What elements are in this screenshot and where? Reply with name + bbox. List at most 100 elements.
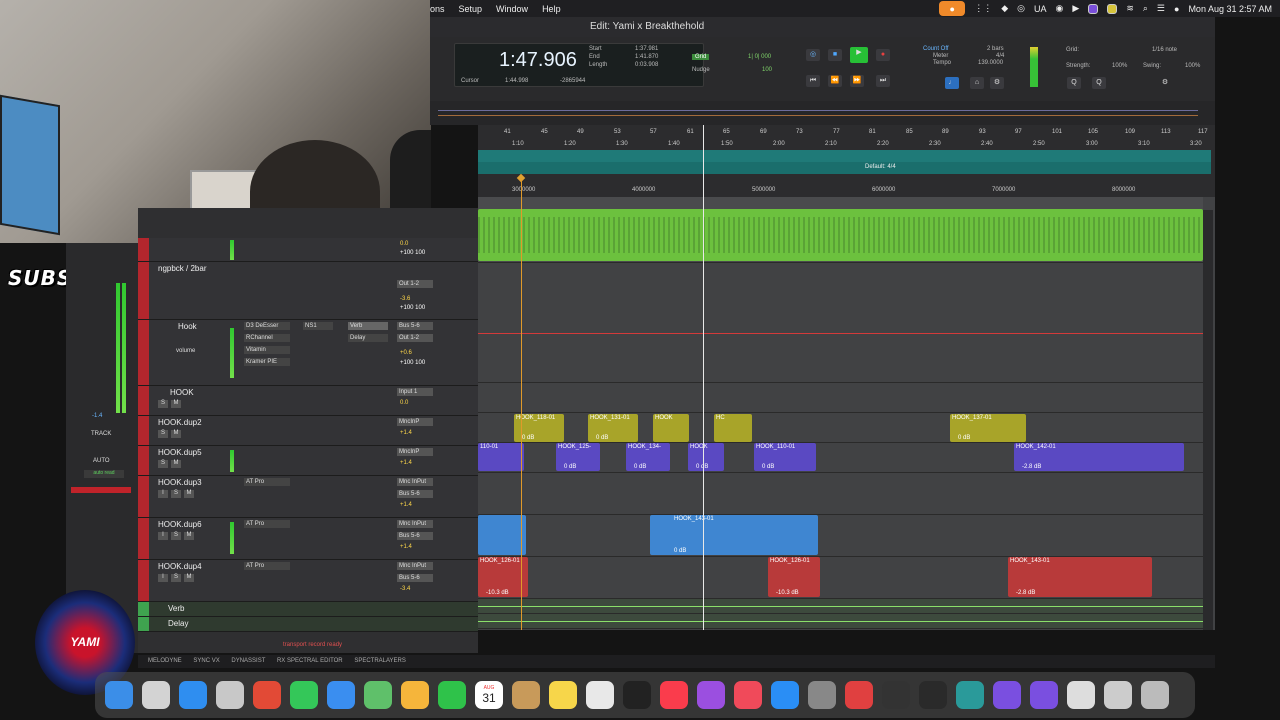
plugin-icon[interactable] bbox=[919, 681, 947, 709]
track-output[interactable]: Out 1-2 bbox=[397, 280, 433, 288]
volume-automation-line[interactable] bbox=[478, 333, 1203, 334]
insert-slot[interactable]: NS1 bbox=[303, 322, 333, 330]
grid-icon[interactable]: ⋮⋮ bbox=[974, 3, 992, 14]
lane-hook-dup6[interactable]: HOOK_143-01 0 dB bbox=[478, 515, 1203, 557]
siri-icon[interactable]: ● bbox=[1174, 4, 1179, 14]
input-source[interactable]: UA bbox=[1034, 4, 1047, 14]
clip-yellow[interactable]: HOOK_137-01 0 dB bbox=[950, 414, 1026, 442]
track-name[interactable]: ngpbck / 2bar bbox=[158, 264, 206, 273]
insert-slot[interactable]: RChannel bbox=[244, 334, 290, 342]
mail-icon[interactable] bbox=[327, 681, 355, 709]
track-name[interactable]: Hook bbox=[178, 322, 197, 331]
play-icon[interactable]: ▶ bbox=[1072, 3, 1079, 14]
auto-read-select[interactable]: auto read bbox=[84, 470, 124, 478]
length-value[interactable]: 0:03.908 bbox=[635, 62, 658, 68]
input-monitor-button[interactable]: I bbox=[158, 490, 168, 498]
control-center-icon[interactable]: ☰ bbox=[1157, 3, 1165, 14]
chrome-icon[interactable] bbox=[253, 681, 281, 709]
track-name[interactable]: Verb bbox=[168, 604, 184, 613]
track-pan[interactable]: +100 100 bbox=[400, 360, 425, 366]
quantize-button[interactable]: Q bbox=[1067, 77, 1081, 89]
clip-blue[interactable] bbox=[478, 515, 526, 555]
track-input[interactable]: Mnc InPut bbox=[397, 478, 433, 486]
plugin-spectralayers[interactable]: SPECTRALAYERS bbox=[354, 658, 406, 664]
clip-yellow[interactable]: HOOK_131-01 0 dB bbox=[588, 414, 638, 442]
clock-label[interactable]: Mon Aug 31 2:57 AM bbox=[1188, 4, 1272, 14]
online-button[interactable]: ◎ bbox=[806, 49, 820, 61]
menu-item-setup[interactable]: Setup bbox=[459, 4, 483, 14]
menu-item-window[interactable]: Window bbox=[496, 4, 528, 14]
calendar-icon[interactable]: AUG 31 bbox=[475, 681, 503, 709]
safari-icon[interactable] bbox=[179, 681, 207, 709]
grid-right-value[interactable]: 1/16 note bbox=[1152, 47, 1177, 53]
mic-indicator-icon[interactable]: ● bbox=[939, 1, 966, 16]
play-button[interactable]: ▶ bbox=[850, 47, 868, 63]
record-icon[interactable]: ◉ bbox=[1056, 3, 1064, 14]
mute-button[interactable]: M bbox=[171, 430, 181, 438]
track-input[interactable]: Input 1 bbox=[397, 388, 433, 396]
clip-purple[interactable]: HOOK_134- 0 dB bbox=[626, 443, 670, 471]
nudge-label[interactable]: Nudge bbox=[692, 67, 710, 73]
track-input[interactable]: Mnc InPut bbox=[397, 562, 433, 570]
lane-hook-dup2[interactable]: HOOK_118-01 0 dB HOOK_131-01 0 dB HOOK HC … bbox=[478, 413, 1203, 443]
track-volume[interactable]: 0.0 bbox=[400, 400, 408, 406]
track-name[interactable]: HOOK.dup4 bbox=[158, 562, 202, 571]
track-pan[interactable]: +100 100 bbox=[400, 305, 425, 311]
iphone-mirror-icon[interactable] bbox=[845, 681, 873, 709]
grid-value[interactable]: 1| 0| 000 bbox=[748, 54, 771, 60]
maps-icon[interactable] bbox=[364, 681, 392, 709]
track-row[interactable]: HOOK.dup2 SM MncInP +1.4 bbox=[138, 416, 478, 446]
music-icon[interactable] bbox=[660, 681, 688, 709]
track-volume[interactable]: +0.6 bbox=[400, 350, 412, 356]
track-row[interactable]: 0.0 +100 100 bbox=[138, 238, 478, 262]
track-row[interactable]: ngpbck / 2bar Out 1-2 -3.6 +100 100 bbox=[138, 262, 478, 320]
solo-button[interactable]: S bbox=[171, 574, 181, 582]
insert-slot[interactable]: AT Pro bbox=[244, 478, 290, 486]
solo-button[interactable]: S bbox=[171, 532, 181, 540]
menu-item-help[interactable]: Help bbox=[542, 4, 561, 14]
nudge-value[interactable]: 100 bbox=[762, 67, 772, 73]
track-volume[interactable]: -3.4 bbox=[400, 586, 410, 592]
lane-hook-dup5[interactable]: 110-01 HOOK_125- 0 dB HOOK_134- 0 dB HOOK 0… bbox=[478, 443, 1203, 473]
track-input[interactable]: Mnc InPut bbox=[397, 520, 433, 528]
plugin-sync-vx[interactable]: SYNC VX bbox=[193, 658, 219, 664]
insert-slot[interactable]: Kramer PIE bbox=[244, 358, 290, 366]
notes-icon[interactable] bbox=[549, 681, 577, 709]
lane-hook-dup4[interactable]: HOOK_126-01 -10.3 dB HOOK_126-01 -10.3 dB … bbox=[478, 557, 1203, 599]
start-value[interactable]: 1:37.981 bbox=[635, 46, 658, 52]
clip-yellow[interactable]: HOOK bbox=[653, 414, 689, 442]
track-name[interactable]: Delay bbox=[168, 619, 188, 628]
lane-hook-main[interactable] bbox=[478, 383, 1203, 413]
clip-purple[interactable]: HOOK 0 dB bbox=[688, 443, 724, 471]
freeform-icon[interactable] bbox=[586, 681, 614, 709]
app2-icon[interactable] bbox=[993, 681, 1021, 709]
tv-icon[interactable] bbox=[623, 681, 651, 709]
launchpad-icon[interactable] bbox=[142, 681, 170, 709]
track-name[interactable]: HOOK bbox=[170, 388, 194, 397]
fast-forward-button[interactable]: ⏩ bbox=[850, 75, 864, 87]
track-row[interactable]: HOOK.dup3 ISM AT Pro Mnc InPut Bus 5-6 +… bbox=[138, 476, 478, 518]
screen-icon[interactable] bbox=[1088, 3, 1099, 14]
track-row[interactable]: Delay bbox=[138, 617, 478, 632]
music2-icon[interactable] bbox=[1067, 681, 1095, 709]
plugin-dynassist[interactable]: DYNASSIST bbox=[231, 658, 265, 664]
news-icon[interactable] bbox=[734, 681, 762, 709]
meter-ruler[interactable]: Default: 4/4 bbox=[478, 162, 1211, 174]
mute-button[interactable]: M bbox=[171, 400, 181, 408]
clip-purple[interactable]: 110-01 bbox=[478, 443, 524, 471]
clip-purple[interactable]: HOOK_142-01 -2.8 dB bbox=[1014, 443, 1184, 471]
solo-button[interactable]: S bbox=[158, 460, 168, 468]
insert-slot[interactable]: AT Pro bbox=[244, 520, 290, 528]
record-enable-strip[interactable] bbox=[71, 487, 131, 493]
return-to-zero-button[interactable]: ⏮ bbox=[806, 75, 820, 87]
meter-value[interactable]: 4/4 bbox=[996, 53, 1004, 59]
clip-purple[interactable]: HOOK_110-01 0 dB bbox=[754, 443, 816, 471]
track-output[interactable]: Out 1-2 bbox=[397, 334, 433, 342]
sound-icon[interactable]: ◆ bbox=[1001, 3, 1008, 14]
solo-button[interactable]: S bbox=[158, 430, 168, 438]
protools-icon[interactable] bbox=[882, 681, 910, 709]
vertical-scrollbar[interactable] bbox=[1203, 210, 1213, 630]
midi-merge-button[interactable]: ⚙ bbox=[990, 77, 1004, 89]
track-input[interactable]: MncInP bbox=[397, 418, 433, 426]
track-pan[interactable]: +100 100 bbox=[400, 250, 425, 256]
